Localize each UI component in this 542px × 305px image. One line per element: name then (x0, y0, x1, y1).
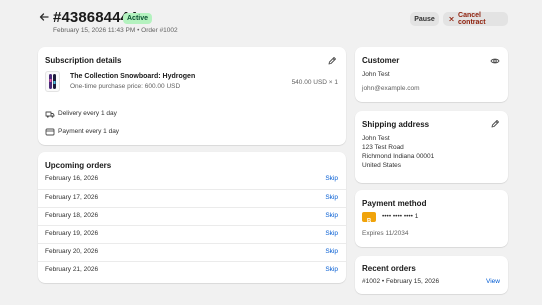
skip-link[interactable]: Skip (325, 266, 338, 273)
address-line: United States (362, 162, 402, 169)
status-badge: Active (123, 13, 153, 24)
order-date: February 17, 2026 (45, 194, 99, 201)
order-date: February 20, 2026 (45, 248, 99, 255)
order-date: February 19, 2026 (45, 230, 99, 237)
snowboard-thumbnail (45, 71, 60, 92)
card-brand-icon: B (362, 212, 376, 225)
shipping-address-heading: Shipping address (362, 120, 430, 129)
upcoming-orders-card: Upcoming orders February 16, 2026 Skip F… (38, 152, 346, 283)
order-date: February 21, 2026 (45, 266, 99, 273)
edit-icon[interactable] (327, 56, 337, 66)
payment-method-card: Payment method B •••• •••• •••• 1 Expire… (355, 190, 508, 247)
customer-email: john@example.com (362, 85, 420, 92)
address-line: 123 Test Road (362, 144, 404, 151)
edit-icon[interactable] (490, 119, 500, 129)
list-item: February 16, 2026 Skip (38, 171, 346, 189)
card-number-masked: •••• •••• •••• 1 (382, 213, 419, 220)
pause-button[interactable]: Pause (410, 12, 439, 26)
list-item: February 17, 2026 Skip (38, 189, 346, 207)
svg-text:B: B (367, 219, 372, 225)
truck-icon (45, 111, 55, 118)
x-icon (449, 16, 454, 22)
cancel-contract-label: Cancel contract (458, 12, 486, 26)
line-total: 540.00 USD × 1 (291, 79, 338, 86)
list-item: February 20, 2026 Skip (38, 243, 346, 261)
eye-icon[interactable] (490, 56, 500, 66)
subscription-details-card: Subscription details The Collection Snow… (38, 47, 346, 145)
order-date: February 16, 2026 (45, 175, 99, 182)
product-name[interactable]: The Collection Snowboard: Hydrogen (70, 73, 195, 80)
order-date: February 18, 2026 (45, 212, 99, 219)
recent-order-item: #1002 • February 15, 2026 (362, 278, 440, 285)
address-line: Richmond Indiana 00001 (362, 153, 435, 160)
recent-orders-heading: Recent orders (362, 264, 416, 273)
view-order-link[interactable]: View (486, 278, 500, 285)
skip-link[interactable]: Skip (325, 212, 338, 219)
page-subtitle: February 15, 2026 11:43 PM • Order #1002 (53, 27, 178, 34)
list-item: February 21, 2026 Skip (38, 261, 346, 279)
list-item: February 18, 2026 Skip (38, 207, 346, 225)
payment-method-heading: Payment method (362, 199, 427, 208)
shipping-address-card: Shipping address John Test 123 Test Road… (355, 111, 508, 183)
page-header: #438684444 Active February 15, 2026 11:4… (38, 9, 508, 39)
delivery-frequency: Delivery every 1 day (58, 110, 117, 117)
skip-link[interactable]: Skip (325, 248, 338, 255)
customer-heading: Customer (362, 56, 400, 65)
list-item: February 19, 2026 Skip (38, 225, 346, 243)
subscription-details-heading: Subscription details (45, 56, 122, 65)
address-line: John Test (362, 135, 390, 142)
cancel-contract-button[interactable]: Cancel contract (443, 12, 508, 26)
payment-frequency: Payment every 1 day (58, 128, 120, 135)
skip-link[interactable]: Skip (325, 194, 338, 201)
recent-orders-card: Recent orders #1002 • February 15, 2026 … (355, 256, 508, 294)
pause-button-label: Pause (414, 15, 435, 23)
customer-card: Customer John Test john@example.com (355, 47, 508, 102)
skip-link[interactable]: Skip (325, 175, 338, 182)
upcoming-orders-heading: Upcoming orders (45, 161, 112, 170)
product-price-note: One-time purchase price: 600.00 USD (70, 83, 181, 90)
snowboard-image (49, 74, 56, 89)
back-arrow-icon[interactable] (38, 11, 50, 23)
card-expiry: Expires 11/2034 (362, 230, 409, 237)
customer-name: John Test (362, 71, 390, 78)
skip-link[interactable]: Skip (325, 230, 338, 237)
card-icon (45, 128, 55, 136)
